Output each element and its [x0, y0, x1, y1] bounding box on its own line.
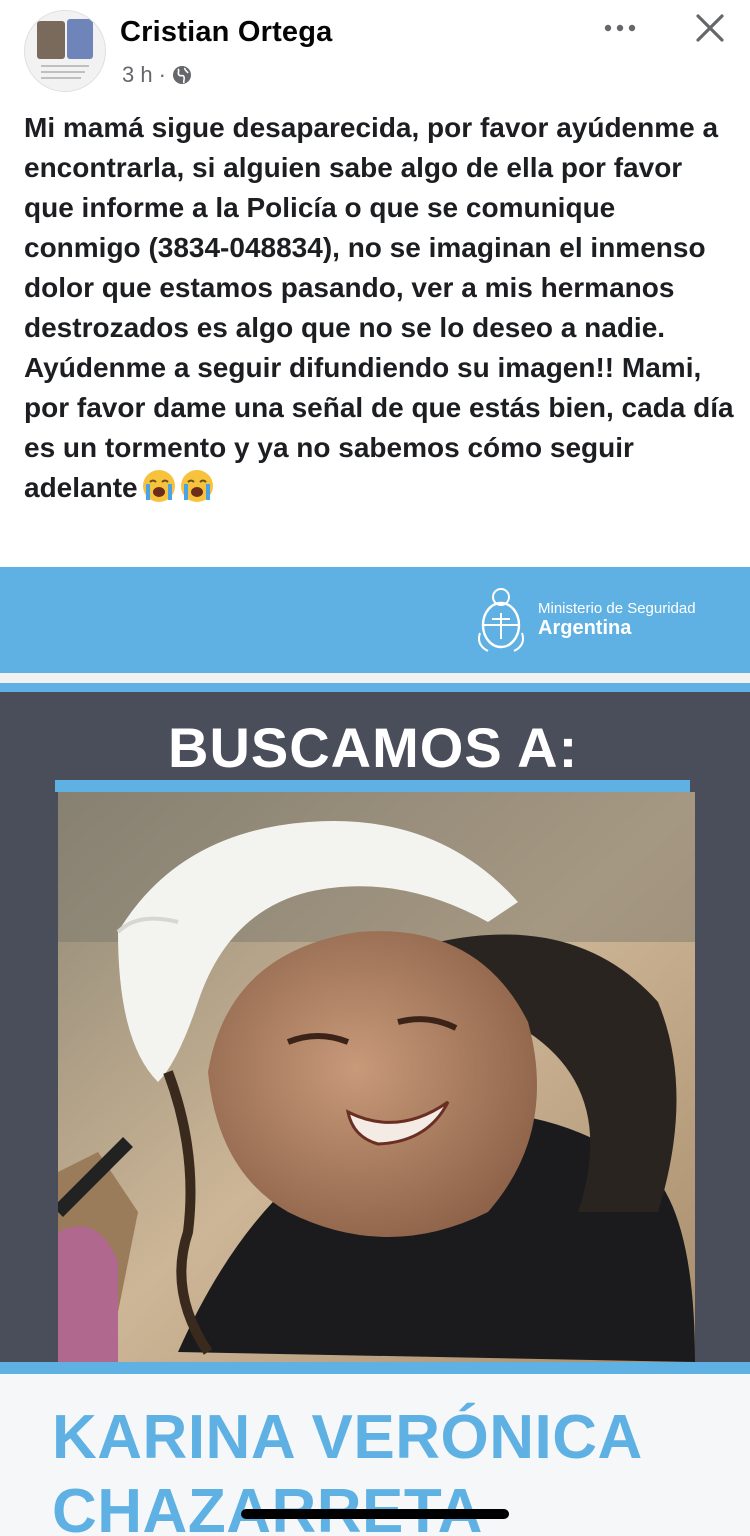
close-icon[interactable] [690, 8, 730, 48]
post-header: Cristian Ortega 3 h · [0, 0, 750, 100]
coat-of-arms-icon [478, 588, 524, 652]
meta-separator: · [158, 62, 166, 87]
loudly-crying-face-icon [180, 470, 213, 502]
globe-icon [172, 66, 191, 84]
author-avatar[interactable] [24, 10, 106, 92]
missing-person-photo [58, 792, 695, 1362]
photo-frame-top [55, 780, 690, 792]
ministry-country: Argentina [538, 617, 632, 639]
more-options-icon[interactable] [600, 14, 644, 42]
ministry-logo: Ministerio de Seguridad Argentina [474, 583, 696, 657]
post-time[interactable]: 3 h [122, 62, 153, 88]
home-indicator[interactable] [241, 1509, 509, 1519]
post-body: Mi mamá sigue desaparecida, por favor ay… [24, 108, 736, 508]
ministry-name: Ministerio de Seguridad [538, 600, 696, 617]
photo-frame-bottom [0, 1362, 750, 1374]
poster-divider [0, 673, 750, 683]
poster-divider-blue [0, 683, 750, 692]
missing-person-poster[interactable]: Ministerio de Seguridad Argentina BUSCAM… [0, 567, 750, 1536]
post-meta: 3 h · [122, 62, 192, 88]
poster-headline: BUSCAMOS A: [168, 716, 579, 779]
author-name[interactable]: Cristian Ortega [120, 16, 333, 49]
loudly-crying-face-icon [142, 470, 175, 502]
post-text: Mi mamá sigue desaparecida, por favor ay… [24, 112, 742, 503]
